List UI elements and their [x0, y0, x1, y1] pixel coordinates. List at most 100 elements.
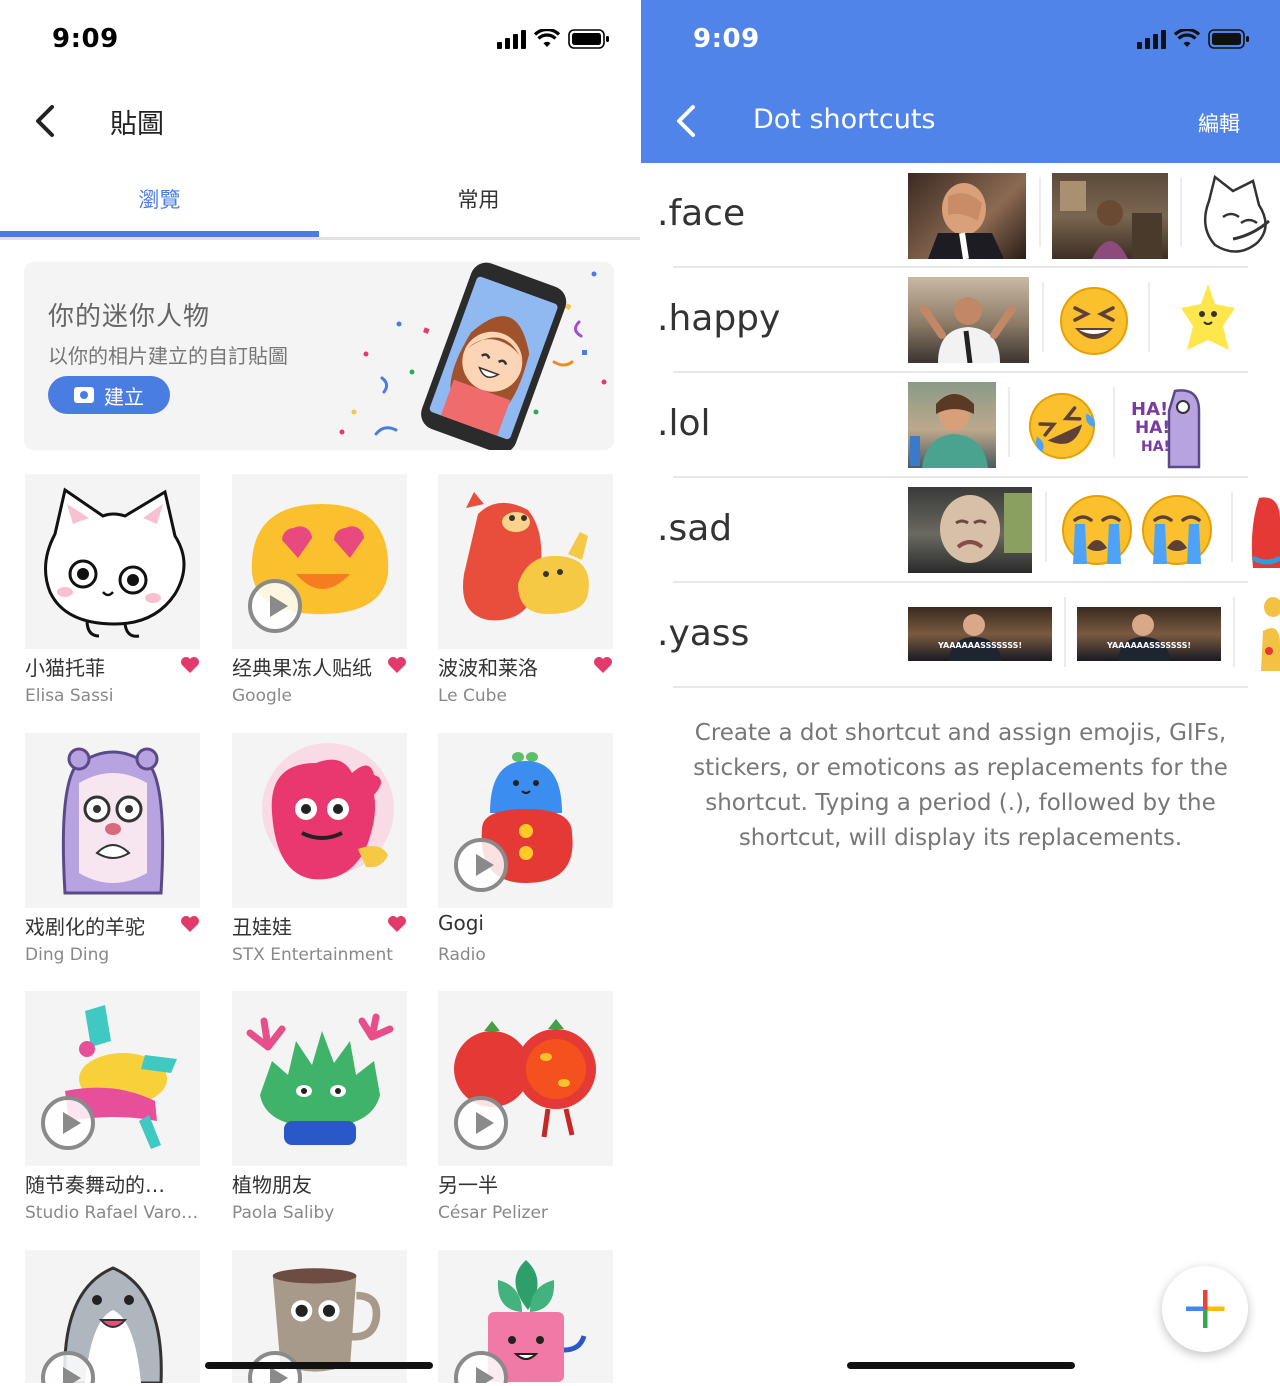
- shortcut-label: .yass: [657, 613, 750, 654]
- gif-yaaass[interactable]: YAAAAAASSSSSSS!: [908, 607, 1052, 661]
- divider: [1231, 492, 1233, 562]
- plant-friends-sticker: [246, 1013, 394, 1145]
- play-icon: [454, 1096, 508, 1150]
- sticker-pack-card[interactable]: 随节奏舞动的… Studio Rafael Varo…: [25, 991, 200, 1223]
- sticker-thumbnail: [25, 991, 200, 1166]
- sticker-cat-facepalm[interactable]: [1193, 171, 1280, 261]
- sticker-partial[interactable]: [1249, 488, 1280, 574]
- sticker-thumbnail: [25, 733, 200, 908]
- row-divider: [673, 686, 1248, 688]
- sticker-yellow-star[interactable]: [1175, 278, 1241, 362]
- add-shortcut-button[interactable]: [1162, 1266, 1248, 1352]
- dramatic-alpaca-sticker: [61, 747, 165, 895]
- gif-crying-baby[interactable]: [908, 487, 1032, 573]
- status-bar: 9:09: [0, 0, 640, 82]
- top-app-bar: 9:09 Dot shortcuts 編輯: [641, 0, 1280, 163]
- status-time: 9:09: [52, 24, 119, 54]
- divider: [1039, 177, 1041, 247]
- shortcut-row[interactable]: .happy: [641, 268, 1280, 373]
- favorite-heart-icon[interactable]: [180, 656, 200, 674]
- sticker-thumbnail: [25, 1250, 200, 1383]
- mini-avatar-banner[interactable]: 你的迷你人物 以你的相片建立的自訂貼圖 建立: [24, 262, 614, 450]
- tab-bar: 瀏覽 常用: [0, 160, 640, 240]
- sticker-pack-name: 随节奏舞动的…: [25, 1173, 165, 1197]
- sticker-pack-card[interactable]: 小猫托菲 Elisa Sassi: [25, 474, 200, 706]
- emoji-loudly-crying[interactable]: [1061, 494, 1133, 566]
- sticker-pack-author: Google: [232, 686, 292, 706]
- shortcut-label: .happy: [657, 298, 781, 339]
- shortcut-row[interactable]: .face: [641, 163, 1280, 268]
- white-kitten-sticker: [44, 487, 186, 638]
- sticker-pack-author: STX Entertainment: [232, 945, 393, 965]
- sticker-pack-author: Le Cube: [438, 686, 507, 706]
- emoji-grinning-squinting[interactable]: [1059, 286, 1129, 356]
- avatar-phone-illustration: [339, 262, 607, 450]
- battery-icon: [568, 29, 609, 49]
- favorite-heart-icon[interactable]: [387, 656, 407, 674]
- dot-shortcuts-screen: 9:09 Dot shortcuts 編輯 .face .happy .lol …: [641, 0, 1280, 1386]
- sticker-pack-card[interactable]: 戏剧化的羊驼 Ding Ding: [25, 733, 200, 965]
- sticker-thumbnail: [25, 474, 200, 649]
- gif-girl[interactable]: [1052, 173, 1168, 259]
- tab-browse[interactable]: 瀏覽: [0, 160, 319, 237]
- gif-facepalm[interactable]: [908, 173, 1026, 259]
- emoji-rolling-on-floor-laughing[interactable]: [1025, 389, 1099, 463]
- tab-frequent[interactable]: 常用: [319, 160, 638, 237]
- sticker-pack-name: 丑娃娃: [232, 915, 292, 939]
- favorite-heart-icon[interactable]: [387, 915, 407, 933]
- sticker-pack-author: César Pelizer: [438, 1203, 548, 1223]
- status-icons: [497, 28, 610, 50]
- gif-yaaass[interactable]: YAAAAAASSSSSSS!: [1077, 607, 1221, 661]
- status-time: 9:09: [693, 24, 760, 54]
- favorite-heart-icon[interactable]: [593, 656, 613, 674]
- divider: [1042, 282, 1044, 352]
- gif-celebrate[interactable]: [908, 277, 1029, 363]
- sticker-thumbnail: [232, 474, 407, 649]
- sticker-haha[interactable]: HA! HA! HA!: [1129, 381, 1213, 469]
- sticker-pack-card[interactable]: [438, 1250, 613, 1383]
- home-indicator: [205, 1362, 433, 1369]
- svg-text:HA!: HA!: [1131, 399, 1168, 420]
- divider: [1064, 597, 1066, 667]
- top-app-bar: 貼圖: [0, 82, 640, 160]
- battery-icon: [1208, 29, 1249, 49]
- shortcut-row[interactable]: .sad: [641, 478, 1280, 583]
- sticker-pack-card[interactable]: 经典果冻人贴纸 Google: [232, 474, 407, 706]
- favorite-heart-icon[interactable]: [180, 915, 200, 933]
- play-icon: [41, 1096, 95, 1150]
- divider: [1180, 177, 1182, 247]
- status-bar: 9:09: [641, 0, 1280, 82]
- edit-button[interactable]: 編輯: [1198, 108, 1240, 138]
- sticker-pack-card[interactable]: Gogi Radio: [438, 733, 613, 965]
- sticker-pack-name: 经典果冻人贴纸: [232, 656, 372, 680]
- sticker-partial[interactable]: [1253, 591, 1280, 677]
- sticker-thumbnail: [232, 991, 407, 1166]
- emoji-loudly-crying[interactable]: [1141, 494, 1213, 566]
- sticker-pack-card[interactable]: 另一半 César Pelizer: [438, 991, 613, 1223]
- stickers-screen: 9:09 貼圖 瀏覽 常用 你的迷你人物 以你的相片建立的自訂貼圖 建立 小猫托…: [0, 0, 640, 1386]
- divider: [1008, 387, 1010, 457]
- sticker-pack-card[interactable]: 植物朋友 Paola Saliby: [232, 991, 407, 1223]
- gif-laughing[interactable]: [908, 382, 996, 468]
- play-icon: [454, 838, 508, 892]
- sticker-pack-card[interactable]: 丑娃娃 STX Entertainment: [232, 733, 407, 965]
- home-indicator: [847, 1362, 1075, 1369]
- sticker-pack-author: Ding Ding: [25, 945, 110, 965]
- sticker-pack-card[interactable]: [25, 1250, 200, 1383]
- create-button[interactable]: 建立: [48, 376, 170, 414]
- sticker-thumbnail: [438, 474, 613, 649]
- back-arrow-icon[interactable]: [30, 104, 60, 138]
- shortcut-row[interactable]: .yass YAAAAAASSSSSSS! YAAAAAASSSSSSS!: [641, 583, 1280, 688]
- sticker-thumbnail: [438, 733, 613, 908]
- sticker-pack-name: 戏剧化的羊驼: [25, 915, 145, 939]
- page-title: 貼圖: [110, 109, 164, 140]
- sticker-pack-name: 另一半: [438, 1173, 498, 1197]
- gif-caption: YAAAAAASSSSSSS!: [938, 641, 1022, 650]
- back-arrow-icon[interactable]: [671, 104, 701, 138]
- create-button-label: 建立: [104, 384, 144, 409]
- plus-icon: [1186, 1290, 1225, 1328]
- camera-icon: [74, 387, 94, 403]
- sticker-pack-card[interactable]: 波波和莱洛 Le Cube: [438, 474, 613, 706]
- shortcut-row[interactable]: .lol HA! HA! HA!: [641, 373, 1280, 478]
- sticker-pack-name: Gogi: [438, 911, 484, 935]
